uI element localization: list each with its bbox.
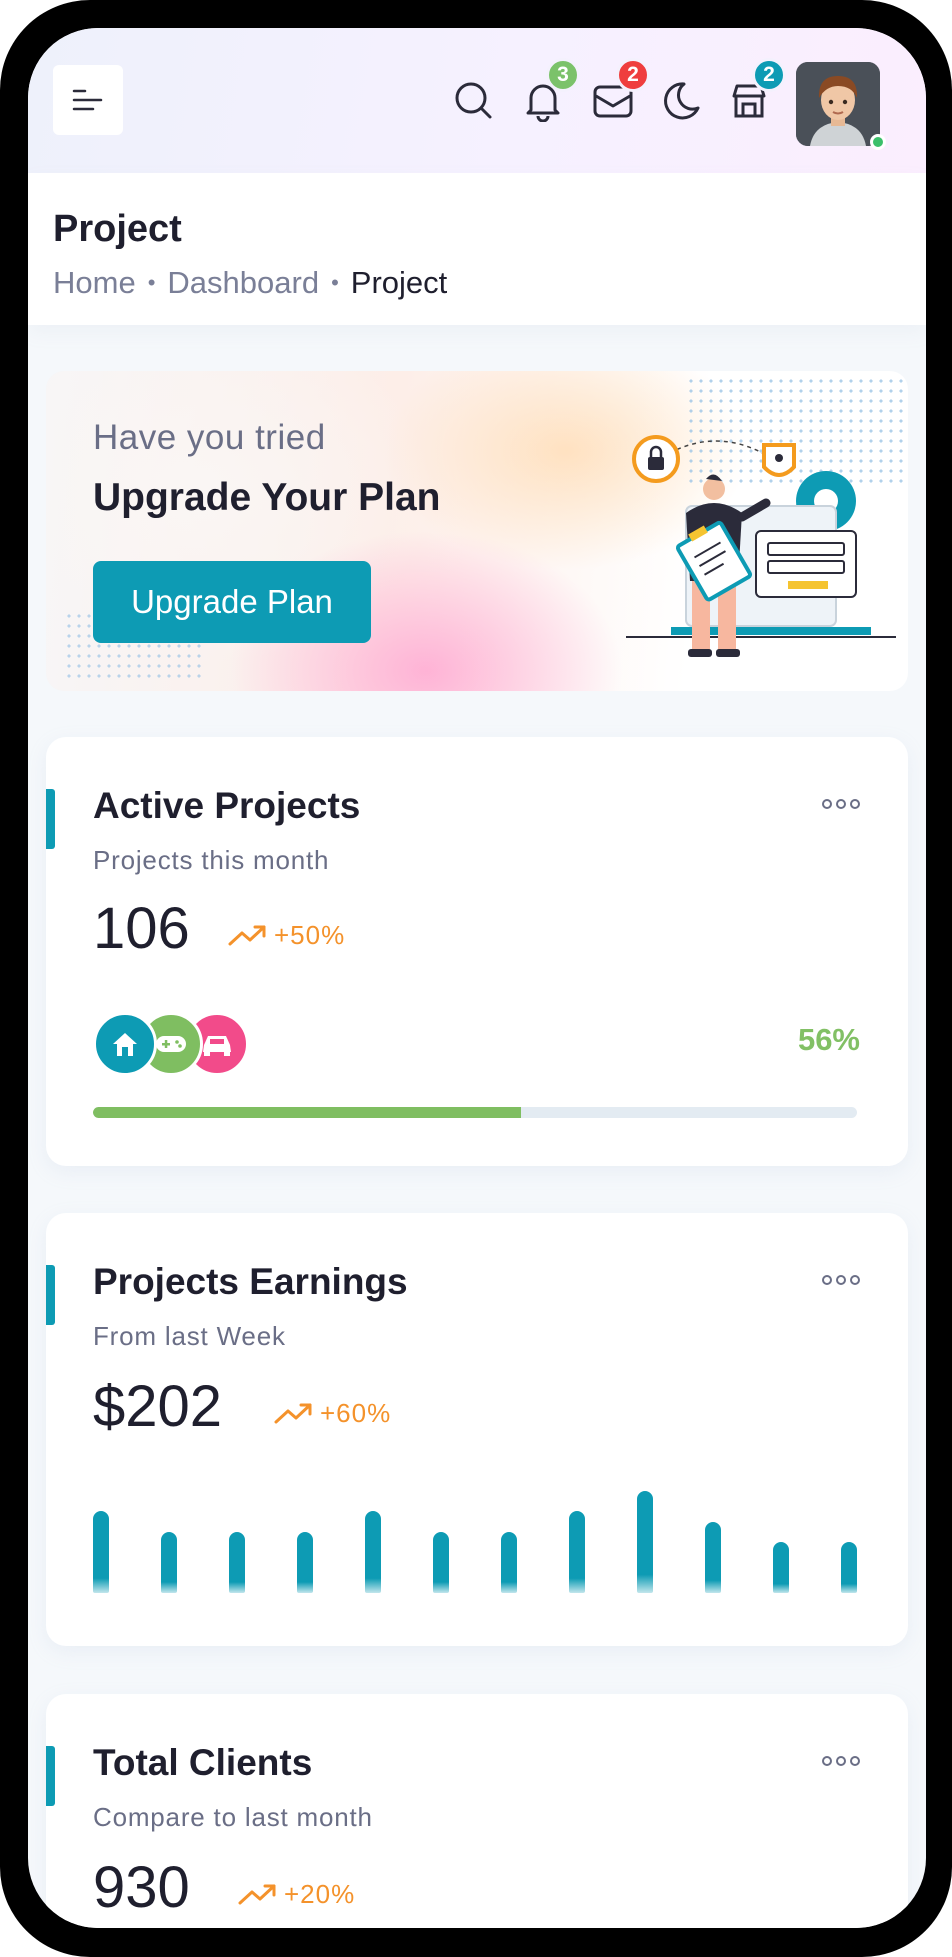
earnings-bar xyxy=(569,1511,585,1593)
online-status-dot xyxy=(870,134,886,150)
home-icon xyxy=(113,1033,137,1056)
card-accent-bar xyxy=(46,1265,55,1325)
trend-value: +20% xyxy=(284,1879,356,1909)
trend-indicator: +20% xyxy=(238,1879,355,1910)
trend-up-icon xyxy=(274,1403,312,1423)
total-clients-card: Total Clients Compare to last month 930 … xyxy=(46,1694,908,1928)
earnings-bar xyxy=(365,1511,381,1593)
project-avatar-group xyxy=(93,1012,253,1076)
earnings-bar xyxy=(161,1532,177,1593)
security-illustration xyxy=(626,435,896,657)
trend-up-icon xyxy=(228,925,266,945)
breadcrumb-home[interactable]: Home xyxy=(53,265,136,301)
car-icon xyxy=(203,1036,231,1056)
card-title: Active Projects xyxy=(93,785,361,826)
earnings-bar-chart xyxy=(93,1453,857,1593)
more-options-icon[interactable] xyxy=(822,1756,860,1766)
card-title: Total Clients xyxy=(93,1742,313,1783)
breadcrumb-current: Project xyxy=(350,265,448,300)
earnings-bar xyxy=(297,1532,313,1593)
earnings-bar xyxy=(705,1522,721,1593)
theme-toggle[interactable] xyxy=(656,76,706,126)
page-header: Project Home • Dashboard • Project xyxy=(28,173,926,325)
search-button[interactable] xyxy=(449,76,499,126)
earnings-bar xyxy=(841,1542,857,1593)
messages-button[interactable]: 2 xyxy=(588,58,650,126)
avatar-home xyxy=(93,1012,157,1076)
card-accent-bar xyxy=(46,789,55,849)
earnings-bar xyxy=(93,1511,109,1593)
card-title: Projects Earnings xyxy=(93,1261,408,1302)
notifications-badge: 3 xyxy=(546,58,580,92)
earnings-bar xyxy=(773,1542,789,1593)
user-avatar[interactable] xyxy=(796,62,886,150)
card-subtitle: Compare to last month xyxy=(93,1802,373,1832)
menu-button[interactable] xyxy=(53,65,123,135)
shop-button[interactable]: 2 xyxy=(724,58,786,126)
breadcrumb-dashboard[interactable]: Dashboard xyxy=(167,265,319,301)
more-options-icon[interactable] xyxy=(822,1275,860,1285)
active-projects-value: 106 xyxy=(93,896,190,961)
earnings-bar xyxy=(229,1532,245,1593)
earnings-value: $202 xyxy=(93,1374,223,1439)
device-frame: 3 2 2 Project Home • Dashboard • Project… xyxy=(0,0,952,1957)
menu-icon xyxy=(72,89,103,111)
card-subtitle: From last Week xyxy=(93,1321,286,1351)
upgrade-plan-button[interactable]: Upgrade Plan xyxy=(93,561,371,643)
total-clients-value: 930 xyxy=(93,1855,190,1920)
screen: 3 2 2 Project Home • Dashboard • Project… xyxy=(28,28,926,1928)
card-subtitle: Projects this month xyxy=(93,845,330,875)
more-options-icon[interactable] xyxy=(822,799,860,809)
progress-percent: 56% xyxy=(797,1022,860,1057)
earnings-bar xyxy=(433,1532,449,1593)
moon-icon xyxy=(664,82,700,120)
user-avatar-image xyxy=(796,62,880,146)
projects-earnings-card: Projects Earnings From last Week $202 +6… xyxy=(46,1213,908,1646)
promo-subtitle: Have you tried xyxy=(93,418,326,457)
trend-indicator: +60% xyxy=(274,1398,391,1429)
breadcrumb-separator: • xyxy=(147,270,156,295)
page-title: Project xyxy=(53,208,182,250)
card-accent-bar xyxy=(46,1746,55,1806)
trend-up-icon xyxy=(238,1884,276,1904)
trend-value: +50% xyxy=(274,920,346,950)
earnings-bar xyxy=(637,1491,653,1593)
messages-badge: 2 xyxy=(616,58,650,92)
breadcrumb: Home • Dashboard • Project xyxy=(53,265,447,301)
active-projects-card: Active Projects Projects this month 106 … xyxy=(46,737,908,1166)
shop-badge: 2 xyxy=(752,58,786,92)
upgrade-promo-card: Have you tried Upgrade Your Plan Upgrade… xyxy=(46,371,908,691)
promo-title: Upgrade Your Plan xyxy=(93,476,441,519)
progress-fill xyxy=(93,1107,521,1118)
search-icon xyxy=(455,82,492,119)
top-bar: 3 2 2 xyxy=(28,28,926,173)
progress-bar xyxy=(93,1107,857,1118)
gamepad-icon xyxy=(156,1036,186,1052)
trend-value: +60% xyxy=(320,1398,392,1428)
trend-indicator: +50% xyxy=(228,920,345,951)
earnings-bar xyxy=(501,1532,517,1593)
breadcrumb-separator: • xyxy=(331,270,339,295)
notifications-button[interactable]: 3 xyxy=(518,58,580,126)
